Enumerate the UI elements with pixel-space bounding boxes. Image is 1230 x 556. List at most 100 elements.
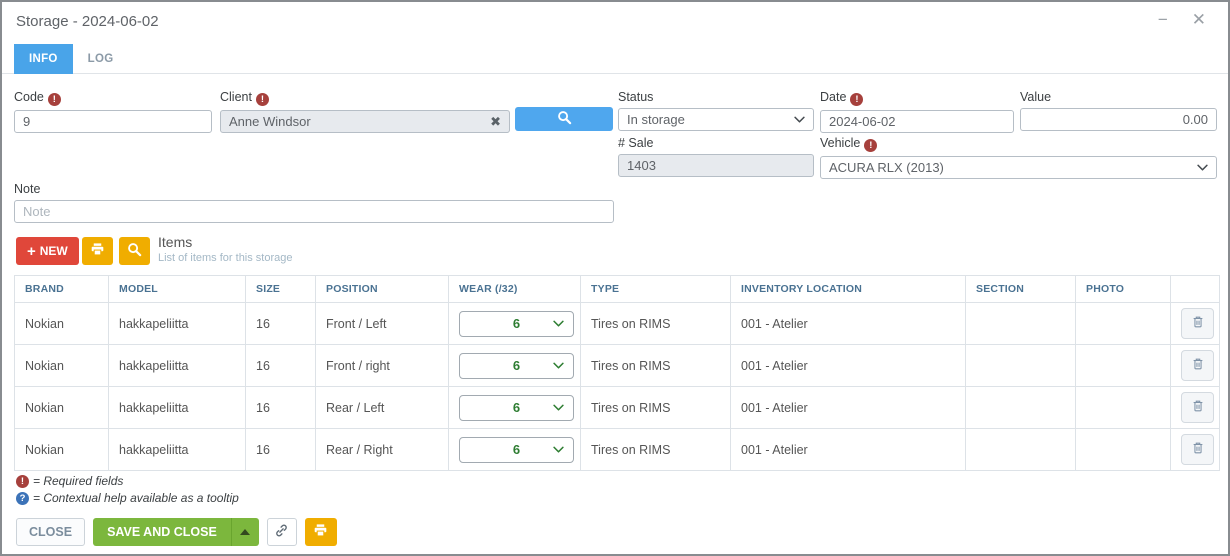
cell-inventory-location: 001 - Atelier [731, 303, 966, 345]
trash-icon [1191, 357, 1205, 374]
cell-section [966, 429, 1076, 471]
cell-brand: Nokian [15, 387, 109, 429]
col-model: MODEL [109, 276, 246, 303]
search-items-button[interactable] [119, 237, 150, 265]
wear-select[interactable]: 6 [459, 437, 574, 463]
cell-size: 16 [246, 387, 316, 429]
vehicle-field-group: Vehicle! ACURA RLX (2013) [820, 136, 1217, 179]
wear-select[interactable]: 6 [459, 353, 574, 379]
delete-item-button[interactable] [1181, 350, 1214, 381]
cell-inventory-location: 001 - Atelier [731, 387, 966, 429]
cell-type: Tires on RIMS [581, 345, 731, 387]
table-row: Nokian hakkapeliitta 16 Rear / Right 6 T… [15, 429, 1220, 471]
cell-brand: Nokian [15, 429, 109, 471]
legend-required-text: = Required fields [33, 474, 123, 488]
client-input[interactable]: Anne Windsor ✖ [220, 110, 510, 133]
cell-photo [1076, 303, 1171, 345]
caret-up-icon [240, 529, 250, 535]
col-position: POSITION [316, 276, 449, 303]
cell-brand: Nokian [15, 345, 109, 387]
value-label: Value [1020, 90, 1051, 104]
status-value: In storage [627, 112, 685, 127]
table-row: Nokian hakkapeliitta 16 Front / Left 6 T… [15, 303, 1220, 345]
cell-model: hakkapeliitta [109, 387, 246, 429]
new-item-button[interactable]: + NEW [16, 237, 79, 265]
code-label: Code [14, 90, 44, 104]
wear-value: 6 [513, 316, 520, 331]
required-icon: ! [256, 93, 269, 106]
cell-type: Tires on RIMS [581, 429, 731, 471]
cell-photo [1076, 429, 1171, 471]
cell-section [966, 345, 1076, 387]
required-icon: ! [48, 93, 61, 106]
client-search-button[interactable] [515, 107, 613, 131]
save-and-close-button[interactable]: SAVE AND CLOSE [93, 518, 231, 546]
delete-item-button[interactable] [1181, 434, 1214, 465]
client-value: Anne Windsor [229, 114, 490, 129]
col-type: TYPE [581, 276, 731, 303]
code-field-group: Code! [14, 90, 212, 133]
status-field-group: Status In storage [618, 90, 814, 131]
required-icon: ! [864, 139, 877, 152]
table-row: Nokian hakkapeliitta 16 Front / right 6 … [15, 345, 1220, 387]
date-input[interactable] [820, 110, 1014, 133]
printer-icon [313, 523, 328, 541]
items-header: Items List of items for this storage [158, 234, 293, 264]
cell-size: 16 [246, 429, 316, 471]
delete-item-button[interactable] [1181, 392, 1214, 423]
print-button[interactable] [305, 518, 337, 546]
value-field-group: Value [1020, 90, 1217, 131]
copy-link-button[interactable] [267, 518, 297, 546]
note-label: Note [14, 182, 40, 196]
tab-log[interactable]: LOG [73, 44, 129, 74]
close-icon[interactable]: ✕ [1192, 10, 1206, 30]
clear-client-icon[interactable]: ✖ [490, 114, 501, 130]
cell-type: Tires on RIMS [581, 303, 731, 345]
cell-brand: Nokian [15, 303, 109, 345]
storage-dialog: Storage - 2024-06-02 − ✕ INFO LOG Code! … [0, 0, 1230, 556]
wear-select[interactable]: 6 [459, 311, 574, 337]
status-label: Status [618, 90, 653, 104]
cell-size: 16 [246, 303, 316, 345]
client-field-group: Client! Anne Windsor ✖ [220, 90, 510, 133]
cell-inventory-location: 001 - Atelier [731, 345, 966, 387]
cell-section [966, 387, 1076, 429]
wear-value: 6 [513, 358, 520, 373]
client-label: Client [220, 90, 252, 104]
col-size: SIZE [246, 276, 316, 303]
delete-item-button[interactable] [1181, 308, 1214, 339]
tab-bar: INFO LOG [2, 44, 1228, 74]
value-input[interactable] [1020, 108, 1217, 131]
col-section: SECTION [966, 276, 1076, 303]
trash-icon [1191, 399, 1205, 416]
cell-model: hakkapeliitta [109, 303, 246, 345]
minimize-icon[interactable]: − [1158, 10, 1168, 30]
close-button[interactable]: CLOSE [16, 518, 85, 546]
cell-position: Rear / Right [316, 429, 449, 471]
required-icon: ! [850, 93, 863, 106]
tab-info[interactable]: INFO [14, 44, 73, 74]
save-options-dropdown[interactable] [231, 518, 259, 546]
print-items-button[interactable] [82, 237, 113, 265]
cell-section [966, 303, 1076, 345]
items-title: Items [158, 234, 293, 250]
code-input[interactable] [14, 110, 212, 133]
trash-icon [1191, 441, 1205, 458]
cell-type: Tires on RIMS [581, 387, 731, 429]
sale-label: # Sale [618, 136, 653, 150]
required-icon: ! [16, 475, 29, 488]
note-field-group: Note [14, 182, 614, 223]
sale-input[interactable] [618, 154, 814, 177]
note-input[interactable] [14, 200, 614, 223]
vehicle-select[interactable]: ACURA RLX (2013) [820, 156, 1217, 179]
table-row: Nokian hakkapeliitta 16 Rear / Left 6 Ti… [15, 387, 1220, 429]
legend-help: ? = Contextual help available as a toolt… [16, 491, 239, 505]
legend-help-text: = Contextual help available as a tooltip [33, 491, 239, 505]
new-item-label: NEW [40, 244, 68, 258]
wear-value: 6 [513, 442, 520, 457]
wear-select[interactable]: 6 [459, 395, 574, 421]
footer-actions: CLOSE SAVE AND CLOSE [16, 518, 337, 546]
plus-icon: + [27, 244, 36, 259]
cell-position: Rear / Left [316, 387, 449, 429]
status-select[interactable]: In storage [618, 108, 814, 131]
